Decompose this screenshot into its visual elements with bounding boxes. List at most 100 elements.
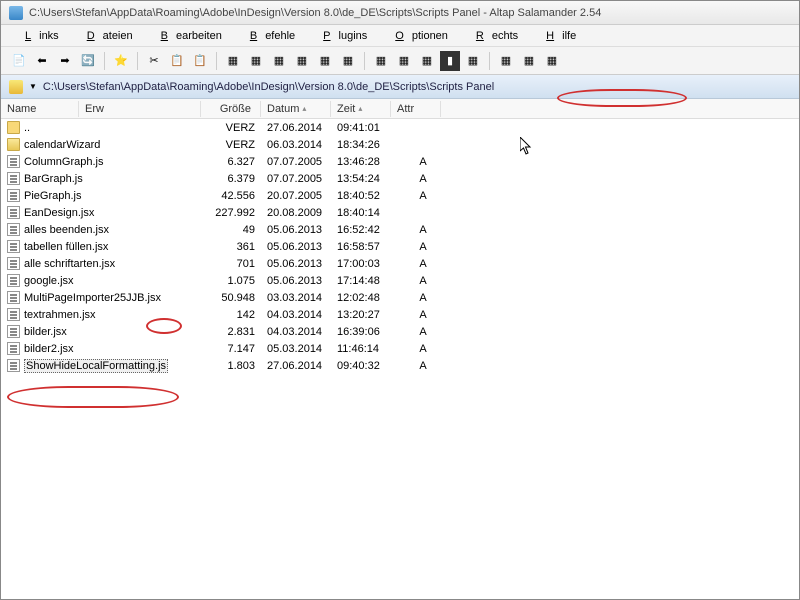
app-icon <box>9 6 23 20</box>
column-headers: Name Erw Größe Datum▴ Zeit▴ Attr <box>1 99 799 119</box>
file-name: ColumnGraph.js <box>24 156 103 168</box>
file-icon <box>7 274 20 287</box>
menu-optionen[interactable]: Optionen <box>379 28 456 44</box>
menu-bearbeiten[interactable]: Bearbeiten <box>145 28 230 44</box>
dropdown-icon[interactable]: ▼ <box>29 82 37 91</box>
table-row[interactable]: tabellen füllen.jsx36105.06.201316:58:57… <box>1 238 799 255</box>
file-date: 05.06.2013 <box>261 257 331 271</box>
separator <box>489 52 490 70</box>
file-size: 2.831 <box>201 325 261 339</box>
file-time: 18:34:26 <box>331 138 391 152</box>
table-row[interactable]: BarGraph.js6.37907.07.200513:54:24A <box>1 170 799 187</box>
file-attr <box>391 212 441 214</box>
col-date[interactable]: Datum▴ <box>261 101 331 117</box>
file-name: MultiPageImporter25JJB.jsx <box>24 292 161 304</box>
file-icon <box>7 308 20 321</box>
file-attr <box>391 144 441 146</box>
col-name[interactable]: Name <box>1 101 79 117</box>
address-path[interactable]: C:\Users\Stefan\AppData\Roaming\Adobe\In… <box>43 81 494 93</box>
tool-13[interactable]: ▦ <box>542 51 562 71</box>
file-icon <box>7 189 20 202</box>
table-row[interactable]: ColumnGraph.js6.32707.07.200513:46:28A <box>1 153 799 170</box>
table-row[interactable]: bilder2.jsx7.14705.03.201411:46:14A <box>1 340 799 357</box>
separator <box>364 52 365 70</box>
file-size: 6.379 <box>201 172 261 186</box>
file-icon <box>7 359 20 372</box>
refresh-button[interactable]: 🔄 <box>78 51 98 71</box>
table-row[interactable]: textrahmen.jsx14204.03.201413:20:27A <box>1 306 799 323</box>
toolbar: 📄 ⬅ ➡ 🔄 ⭐ ✂ 📋 📋 ▦ ▦ ▦ ▦ ▦ ▦ ▦ ▦ ▦ ▮ ▦ ▦ … <box>1 47 799 75</box>
menu-rechts[interactable]: Rechts <box>460 28 526 44</box>
file-time: 16:52:42 <box>331 223 391 237</box>
file-date: 03.03.2014 <box>261 291 331 305</box>
file-date: 05.06.2013 <box>261 223 331 237</box>
new-button[interactable]: 📄 <box>9 51 29 71</box>
file-name: alles beenden.jsx <box>24 224 109 236</box>
menu-plugins[interactable]: Plugins <box>307 28 375 44</box>
tool-1[interactable]: ▦ <box>223 51 243 71</box>
col-time[interactable]: Zeit▴ <box>331 101 391 117</box>
table-row[interactable]: calendarWizardVERZ06.03.201418:34:26 <box>1 136 799 153</box>
tool-9[interactable]: ▦ <box>417 51 437 71</box>
paste-button[interactable]: 📋 <box>190 51 210 71</box>
file-time: 12:02:48 <box>331 291 391 305</box>
tool-3[interactable]: ▦ <box>269 51 289 71</box>
back-button[interactable]: ⬅ <box>32 51 52 71</box>
table-row[interactable]: EanDesign.jsx227.99220.08.200918:40:14 <box>1 204 799 221</box>
file-icon <box>7 240 20 253</box>
favorites-button[interactable]: ⭐ <box>111 51 131 71</box>
tool-7[interactable]: ▦ <box>371 51 391 71</box>
file-name: tabellen füllen.jsx <box>24 241 108 253</box>
table-row[interactable]: google.jsx1.07505.06.201317:14:48A <box>1 272 799 289</box>
tool-8[interactable]: ▦ <box>394 51 414 71</box>
tool-2[interactable]: ▦ <box>246 51 266 71</box>
file-name: bilder.jsx <box>24 326 67 338</box>
tool-12[interactable]: ▦ <box>519 51 539 71</box>
col-attr[interactable]: Attr <box>391 101 441 117</box>
file-date: 04.03.2014 <box>261 325 331 339</box>
menubar: LinksDateienBearbeitenBefehlePluginsOpti… <box>1 25 799 47</box>
file-time: 17:00:03 <box>331 257 391 271</box>
menu-dateien[interactable]: Dateien <box>71 28 141 44</box>
file-attr: A <box>391 325 441 339</box>
file-date: 05.06.2013 <box>261 274 331 288</box>
table-row[interactable]: ShowHideLocalFormatting.js1.80327.06.201… <box>1 357 799 374</box>
cut-button[interactable]: ✂ <box>144 51 164 71</box>
tool-10[interactable]: ▦ <box>463 51 483 71</box>
file-attr: A <box>391 189 441 203</box>
console-button[interactable]: ▮ <box>440 51 460 71</box>
col-erw[interactable]: Erw <box>79 101 201 117</box>
tool-4[interactable]: ▦ <box>292 51 312 71</box>
table-row[interactable]: MultiPageImporter25JJB.jsx50.94803.03.20… <box>1 289 799 306</box>
titlebar: C:\Users\Stefan\AppData\Roaming\Adobe\In… <box>1 1 799 25</box>
file-attr: A <box>391 155 441 169</box>
file-size: 142 <box>201 308 261 322</box>
copy-button[interactable]: 📋 <box>167 51 187 71</box>
table-row[interactable]: alle schriftarten.jsx70105.06.201317:00:… <box>1 255 799 272</box>
table-row[interactable]: alles beenden.jsx4905.06.201316:52:42A <box>1 221 799 238</box>
addressbar[interactable]: ▼ C:\Users\Stefan\AppData\Roaming\Adobe\… <box>1 75 799 99</box>
file-name: textrahmen.jsx <box>24 309 96 321</box>
file-date: 05.03.2014 <box>261 342 331 356</box>
tool-6[interactable]: ▦ <box>338 51 358 71</box>
forward-button[interactable]: ➡ <box>55 51 75 71</box>
tool-5[interactable]: ▦ <box>315 51 335 71</box>
file-time: 18:40:52 <box>331 189 391 203</box>
sort-icon: ▴ <box>302 104 306 113</box>
file-size: VERZ <box>201 121 261 135</box>
menu-befehle[interactable]: Befehle <box>234 28 303 44</box>
file-size: 49 <box>201 223 261 237</box>
table-row[interactable]: bilder.jsx2.83104.03.201416:39:06A <box>1 323 799 340</box>
table-row[interactable]: PieGraph.js42.55620.07.200518:40:52A <box>1 187 799 204</box>
menu-hilfe[interactable]: Hilfe <box>530 28 584 44</box>
file-name: ShowHideLocalFormatting.js <box>24 359 168 373</box>
menu-links[interactable]: Links <box>9 28 67 44</box>
file-name: alle schriftarten.jsx <box>24 258 115 270</box>
col-size[interactable]: Größe <box>201 101 261 117</box>
file-time: 17:14:48 <box>331 274 391 288</box>
file-time: 13:46:28 <box>331 155 391 169</box>
file-size: 227.992 <box>201 206 261 220</box>
file-time: 09:40:32 <box>331 359 391 373</box>
table-row[interactable]: ..VERZ27.06.201409:41:01 <box>1 119 799 136</box>
tool-11[interactable]: ▦ <box>496 51 516 71</box>
